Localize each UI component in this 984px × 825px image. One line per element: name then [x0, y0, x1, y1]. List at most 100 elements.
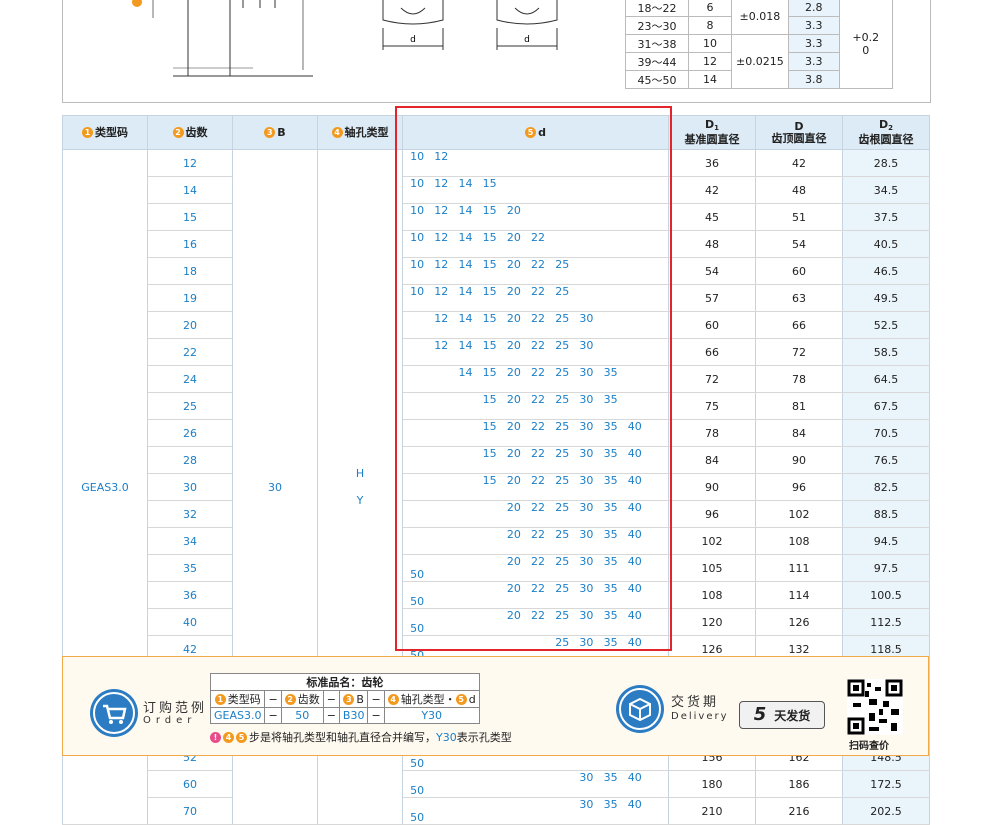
d2-cell: 46.5 [842, 257, 930, 285]
delivery-title: 交货期 [671, 695, 720, 710]
header-label: 轴孔类型 [344, 125, 389, 139]
bore-h-d-label: d [410, 35, 416, 45]
d-cell: 42 [755, 149, 843, 177]
d2-cell: 28.5 [842, 149, 930, 177]
step-badge: 5 [525, 126, 537, 138]
d1-cell: 57 [668, 284, 756, 312]
header-label: 齿根圆直径 [858, 133, 914, 146]
d-cell: 60 [755, 257, 843, 285]
d-value: 22 [531, 393, 546, 406]
teeth-cell: 35 [147, 554, 233, 582]
step-badge: 5 [455, 694, 467, 705]
d2-cell: 58.5 [842, 338, 930, 366]
d-value: 35 [603, 393, 618, 406]
header-d: 5d [402, 115, 669, 150]
table-row: 18 10 12 14 15 20 22 25 54 60 46.5 [63, 257, 930, 285]
range-cell: 31〜38 [625, 34, 689, 53]
d-value: 35 [603, 798, 618, 811]
d-value: 12 [434, 285, 449, 298]
table-row: 70 30 35 40 50 210 216 202.5 [63, 797, 930, 825]
d-cell: 102 [755, 500, 843, 528]
table-row: 20 12 14 15 20 22 25 30 60 66 52.5 [63, 311, 930, 339]
d-value: 22 [531, 609, 546, 622]
d-value: 50 [410, 568, 425, 581]
table-row: 16 10 12 14 15 20 22 48 54 40.5 [63, 230, 930, 258]
header-label: 齿顶圆直径 [771, 131, 827, 145]
delivery-days-badge: 5 天发货 [739, 701, 825, 729]
d2-cell: 112.5 [842, 608, 930, 636]
d-value: 30 [579, 447, 594, 460]
d-value: 35 [603, 609, 618, 622]
order-value-teeth: 50 [280, 707, 324, 724]
header-d0: D 齿顶圆直径 [755, 115, 843, 150]
qr-code-icon[interactable] [847, 679, 903, 735]
d-value: 40 [627, 474, 642, 487]
teeth-cell: 30 [147, 473, 233, 501]
d-cell: 96 [755, 473, 843, 501]
d-value: 40 [627, 609, 642, 622]
order-header-teeth: 2 齿数 [280, 690, 324, 708]
d-cell: 216 [755, 797, 843, 825]
d-cell: 186 [755, 770, 843, 798]
d-value: 30 [579, 474, 594, 487]
d-cell: 54 [755, 230, 843, 258]
d-value: 25 [555, 555, 570, 568]
bore-y-drawing: d [496, 0, 558, 50]
value-cell: 6 [688, 0, 732, 17]
d-value: 22 [531, 582, 546, 595]
header-label: d [538, 125, 546, 139]
order-header-label: 齿数 [297, 693, 320, 706]
d2-cell: 70.5 [842, 419, 930, 447]
separator: − [322, 707, 340, 724]
teeth-cell: 34 [147, 527, 233, 555]
d-cell: 72 [755, 338, 843, 366]
d-value: 50 [410, 811, 425, 824]
header-bore-type: 4 轴孔类型 [317, 115, 403, 150]
d1-cell: 105 [668, 554, 756, 582]
d-value: 22 [531, 501, 546, 514]
teeth-cell: 40 [147, 608, 233, 636]
teeth-cell: 16 [147, 230, 233, 258]
d1-cell: 48 [668, 230, 756, 258]
d-value: 30 [579, 366, 594, 379]
d-value: 12 [434, 312, 449, 325]
table-row: 40 20 22 25 30 35 40 50 120 126 112.5 [63, 608, 930, 636]
d2-cell: 100.5 [842, 581, 930, 609]
d-value: 40 [627, 528, 642, 541]
header-subscript: 2 [888, 124, 893, 132]
teeth-cell: 12 [147, 149, 233, 177]
d-value: 10 [410, 150, 425, 163]
teeth-cell: 70 [147, 797, 233, 825]
step-badge: 4 [387, 694, 399, 705]
d2-cell: 94.5 [842, 527, 930, 555]
d1-cell: 108 [668, 581, 756, 609]
d1-cell: 72 [668, 365, 756, 393]
d-value: 20 [506, 339, 521, 352]
d1-cell: 75 [668, 392, 756, 420]
d-value: 30 [579, 609, 594, 622]
order-note: ! 4 5 步是将轴孔类型和轴孔直径合并编写，Y30表示孔类型 [210, 729, 512, 745]
order-value-type: GEAS3.0 [209, 707, 266, 724]
d-value: 10 [410, 258, 425, 271]
d-value: 10 [410, 285, 425, 298]
d-value: 20 [506, 204, 521, 217]
d-value: 12 [434, 339, 449, 352]
header-label: 基准圆直径 [684, 133, 740, 146]
separator: − [367, 707, 385, 724]
d-value: 50 [410, 595, 425, 608]
d-value: 15 [482, 285, 497, 298]
d-values-cell: 20 22 25 30 35 40 [402, 527, 669, 555]
header-d2: D2 齿根圆直径 [842, 115, 930, 150]
table-row: 60 30 35 40 50 180 186 172.5 [63, 770, 930, 798]
range-cell: 45〜50 [625, 70, 689, 89]
d2-cell: 202.5 [842, 797, 930, 825]
separator: − [264, 707, 282, 724]
header-d1: D1 基准圆直径 [668, 115, 756, 150]
d2-cell: 88.5 [842, 500, 930, 528]
range-cell: 23〜30 [625, 16, 689, 35]
d-value: 15 [482, 258, 497, 271]
delivery-subtitle: Delivery [671, 711, 729, 722]
d-values-cell: 10 12 14 15 20 22 25 [402, 284, 669, 312]
d-value: 14 [458, 366, 473, 379]
table-row: 35 20 22 25 30 35 40 50 105 111 97.5 [63, 554, 930, 582]
